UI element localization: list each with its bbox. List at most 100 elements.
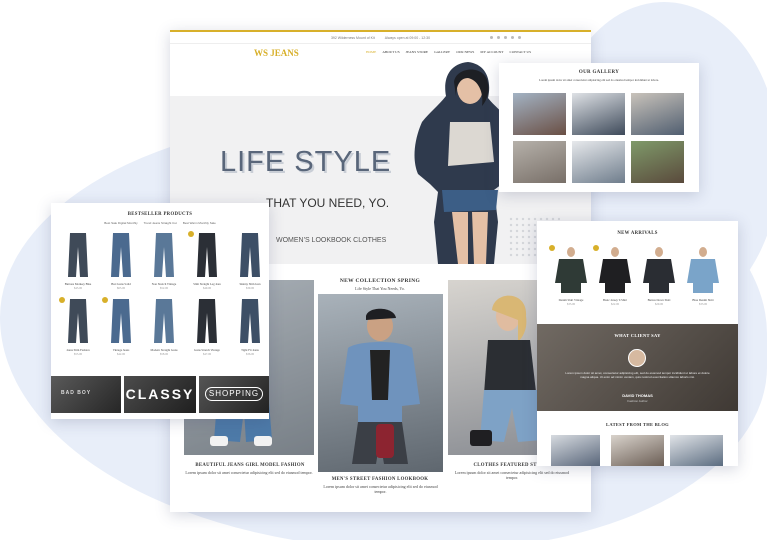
bestseller-tab-1[interactable]: Best Sale Digital Monthly <box>104 221 137 225</box>
product-card[interactable]: Buttons Monkey Blue $45.00 <box>61 231 95 295</box>
arrivals-title: NEW ARRIVALS <box>617 231 658 236</box>
banner-shopping[interactable]: SHOPPING <box>199 376 269 413</box>
shirt-thumbnail <box>687 247 719 293</box>
nav-contact[interactable]: CONTACT US <box>510 50 532 54</box>
gallery-preview: OUR GALLERY Lorem ipsum dolor sit amet c… <box>499 63 699 192</box>
bestseller-tab-3[interactable]: Best Warm Monthly Sale <box>183 221 216 225</box>
collection-center-image <box>318 294 443 472</box>
gallery-title: OUR GALLERY <box>578 70 620 75</box>
product-card[interactable]: Tight Fit Jeans $36.00 <box>233 297 267 361</box>
logo-mark: WS <box>254 48 269 58</box>
banner-classy-text: CLASSY <box>125 386 195 402</box>
banner-bad-boy-text: BAD BOY <box>61 390 92 396</box>
jeans-thumbnail <box>154 233 174 277</box>
arrivals-preview: NEW ARRIVALS Denim Shirt Vintage $35.00 Ba… <box>537 221 738 466</box>
bestseller-tab-2[interactable]: Trend Jeans Straight Cut <box>144 221 177 225</box>
hours-text: Always open at 09:00 - 12:30 <box>384 35 431 40</box>
client-role: Fashion Author <box>627 399 648 403</box>
pinterest-icon[interactable] <box>511 36 514 39</box>
shirt-thumbnail <box>599 247 631 293</box>
showcase-canvas: 392 Wilderness Mount of Kit Always open … <box>0 0 767 540</box>
arrival-card[interactable]: Basic Jersey T-Shirt $22.00 <box>593 245 635 317</box>
arrival-card[interactable]: Blue Denim Shirt $33.00 <box>683 245 723 317</box>
testimonial-quote: Lorem ipsum dolor sit amet, consectetur … <box>565 371 710 379</box>
nav-jeans-store[interactable]: JEANS STORE <box>406 50 428 54</box>
banner-bad-boy[interactable]: BAD BOY <box>51 376 121 413</box>
shirt-thumbnail <box>555 247 587 293</box>
hero-subtitle: THAT YOU NEED, YO. <box>266 196 390 210</box>
gallery-photo-3[interactable] <box>631 93 684 135</box>
product-card[interactable]: Vintage Jeans $42.00 <box>102 297 138 361</box>
collection-heading: NEW COLLECTION SPRING <box>339 278 421 284</box>
blog-photo-1[interactable] <box>551 435 600 466</box>
right-caption-desc: Lorem ipsum dolor sit amet consectetur a… <box>454 470 570 480</box>
sale-badge <box>102 297 108 303</box>
product-card[interactable]: Modern Straight Jeans $58.00 <box>147 297 181 361</box>
product-card[interactable]: Slim Straight Leg Jean $49.00 <box>188 231 224 295</box>
sale-badge <box>593 245 599 251</box>
site-header: WS JEANS HOME ABOUT US JEANS STORE GALLE… <box>170 44 591 64</box>
bestseller-tabs: Best Sale Digital Monthly Trend Jeans St… <box>51 221 269 225</box>
gallery-photo-4[interactable] <box>513 141 566 183</box>
nav-gallery[interactable]: GALLERY <box>434 50 450 54</box>
arrival-card[interactable]: Denim Shirt Vintage $35.00 <box>549 245 591 317</box>
google-plus-icon[interactable] <box>504 36 507 39</box>
left-caption[interactable]: BEAUTIFUL JEANS GIRL MODEL FASHION <box>178 463 322 468</box>
blog-photo-2[interactable] <box>611 435 664 466</box>
product-card[interactable]: Jeans Slim Fashion $55.00 <box>59 297 95 361</box>
collection-subheading: Life Style That You Needs, Yo. <box>355 286 405 291</box>
twitter-icon[interactable] <box>497 36 500 39</box>
gallery-desc: Lorem ipsum dolor sit amet consectetur a… <box>539 78 659 82</box>
gallery-photo-5[interactable] <box>572 141 625 183</box>
product-card[interactable]: Non Stretch Vintage $52.00 <box>147 231 181 295</box>
jeans-thumbnail <box>240 299 260 343</box>
facebook-icon[interactable] <box>490 36 493 39</box>
jeans-thumbnail <box>197 233 217 277</box>
jeans-thumbnail <box>154 299 174 343</box>
site-logo[interactable]: WS JEANS <box>254 48 299 58</box>
jeans-thumbnail <box>111 233 131 277</box>
gallery-photo-1[interactable] <box>513 93 566 135</box>
nav-home[interactable]: HOME <box>366 50 376 54</box>
testimonial-section: WHAT CLIENT SAY Lorem ipsum dolor sit am… <box>537 324 738 411</box>
arrival-price: $33.00 <box>698 302 708 306</box>
top-info-bar: 392 Wilderness Mount of Kit Always open … <box>170 32 591 44</box>
social-icons <box>490 36 521 39</box>
address-text: 392 Wilderness Mount of Kit <box>330 35 375 40</box>
center-caption[interactable]: MEN'S STREET FASHION LOOKBOOK <box>310 477 450 482</box>
banner-classy[interactable]: CLASSY <box>124 376 196 413</box>
client-name: DAVID THOMAS <box>622 393 653 398</box>
product-card[interactable]: Jeans Stretch Vintage $47.00 <box>190 297 224 361</box>
sale-badge <box>59 297 65 303</box>
jeans-thumbnail <box>68 233 88 277</box>
sale-badge <box>549 245 555 251</box>
blog-photo-3[interactable] <box>670 435 723 466</box>
logo-text: JEANS <box>270 48 299 58</box>
jeans-thumbnail <box>68 299 88 343</box>
product-price: $39.00 <box>245 286 255 290</box>
testimonial-title: WHAT CLIENT SAY <box>614 333 661 338</box>
arrival-price: $35.00 <box>566 302 576 306</box>
product-card[interactable]: Bret Jeans Solid $65.00 <box>104 231 138 295</box>
bestseller-preview: BESTSELLER PRODUCTS Best Sale Digital Mo… <box>51 203 269 419</box>
hero-title: LIFE STYLE <box>220 146 392 178</box>
arrival-price: $22.00 <box>610 302 620 306</box>
product-price: $36.00 <box>245 352 255 356</box>
product-card[interactable]: Skinny Slim Jean $39.00 <box>233 231 267 295</box>
nav-news[interactable]: OUR NEWS <box>456 50 474 54</box>
instagram-icon[interactable] <box>518 36 521 39</box>
banner-shopping-text: SHOPPING <box>205 387 263 401</box>
nav-account[interactable]: MY ACCOUNT <box>480 50 503 54</box>
arrival-price: $29.00 <box>654 302 664 306</box>
gallery-photo-2[interactable] <box>572 93 625 135</box>
arrival-card[interactable]: Button Down Shirt $29.00 <box>639 245 679 317</box>
shirt-thumbnail <box>643 247 675 293</box>
bestseller-title: BESTSELLER PRODUCTS <box>127 212 193 217</box>
sale-badge <box>188 231 194 237</box>
nav-about[interactable]: ABOUT US <box>382 50 399 54</box>
client-avatar <box>628 349 646 367</box>
product-price: $58.00 <box>159 352 169 356</box>
hero-tagline[interactable]: WOMEN'S LOOKBOOK CLOTHES <box>276 237 386 244</box>
gallery-photo-6[interactable] <box>631 141 684 183</box>
main-navigation: HOME ABOUT US JEANS STORE GALLERY OUR NE… <box>366 50 531 54</box>
